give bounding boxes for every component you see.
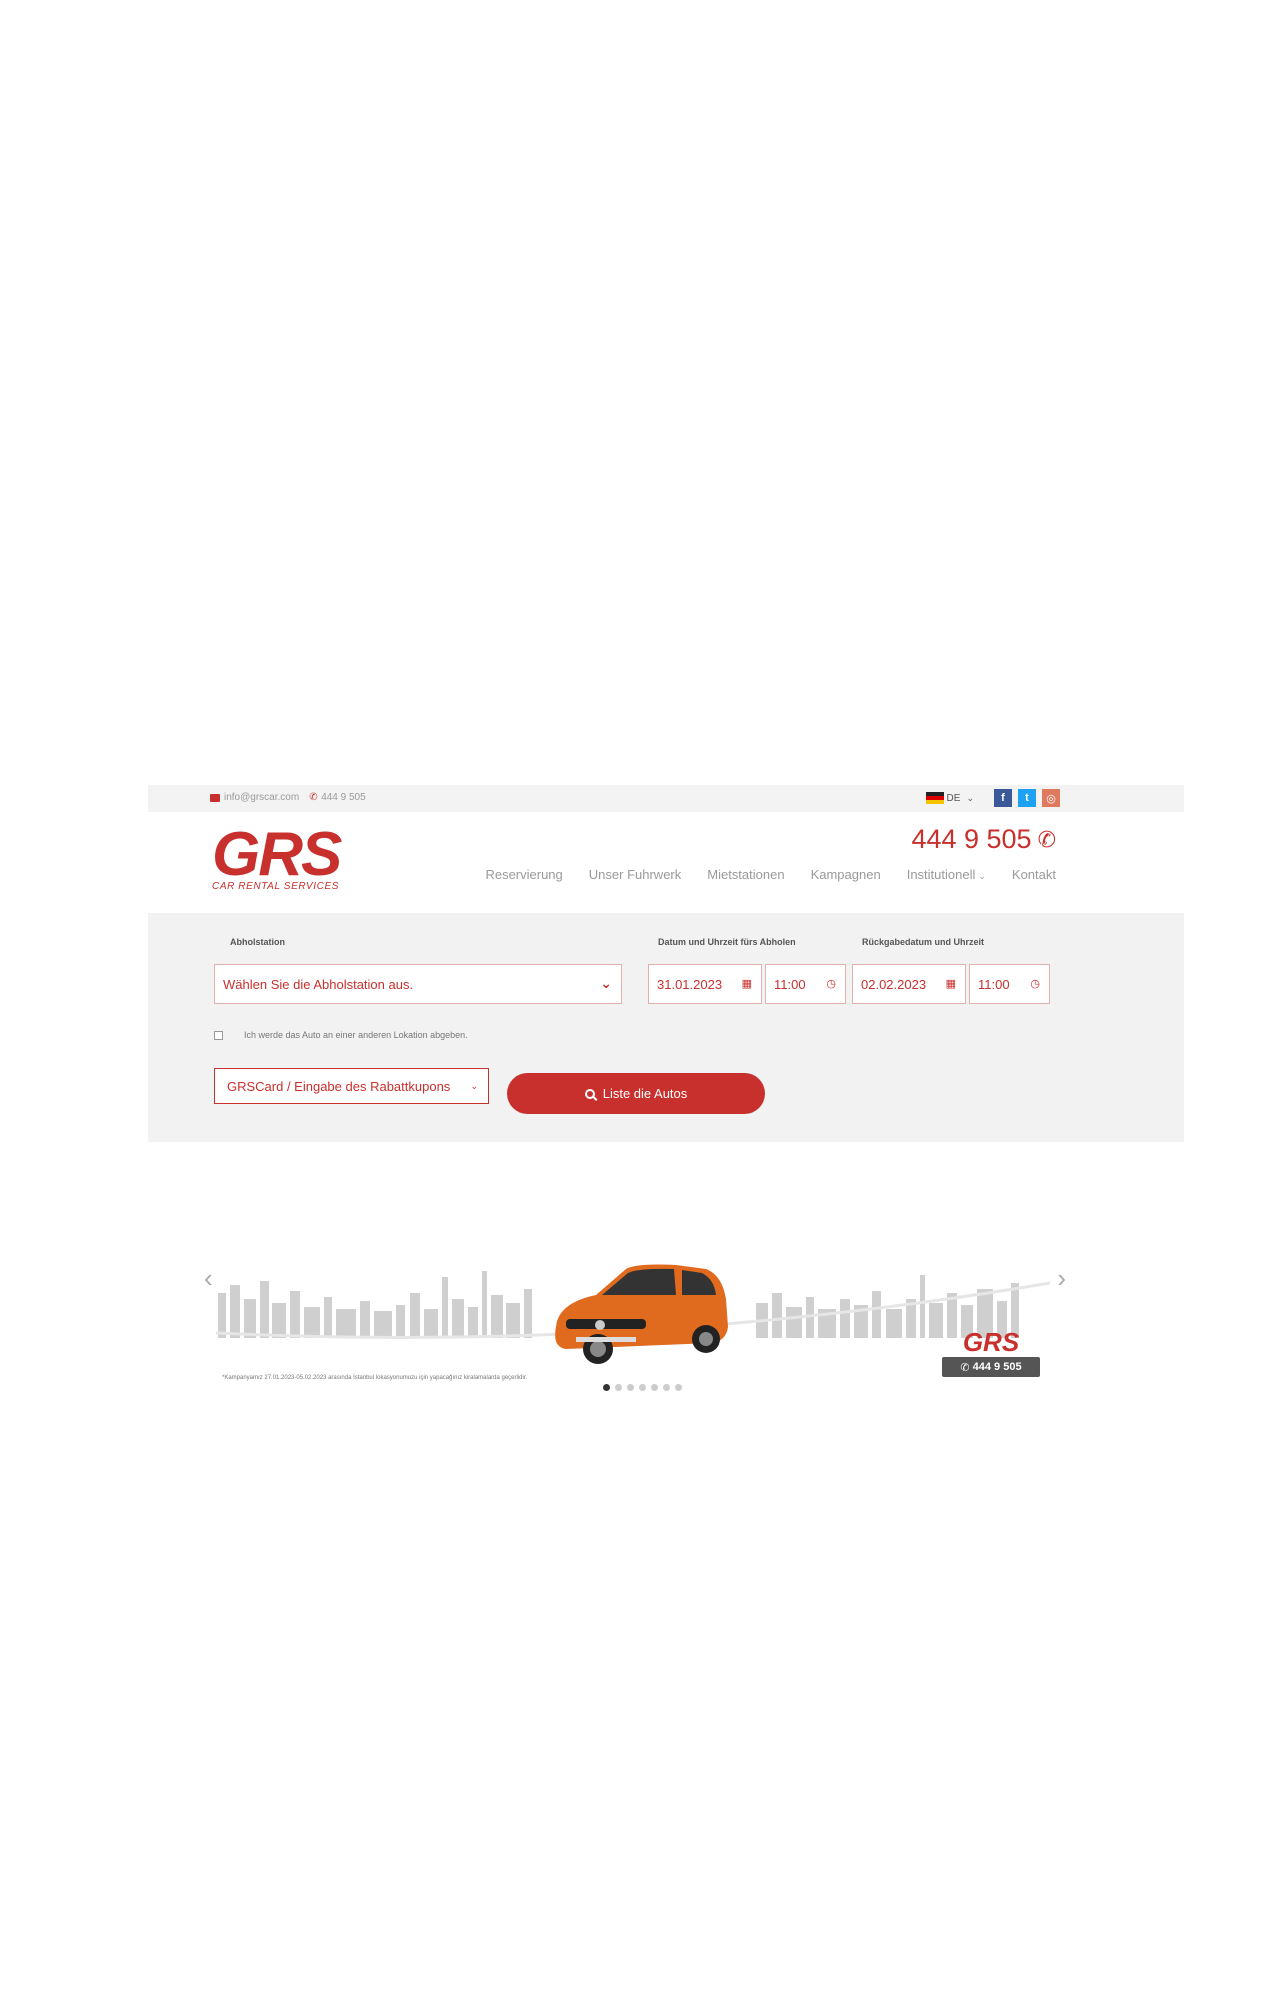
pickup-datetime-label: Datum und Uhrzeit fürs Abholen [658,937,796,947]
return-time-input[interactable]: 11:00 ◷ [969,964,1050,1004]
campaign-banner: ‹ › *Kampanyamız 27.01.2023-05.02.2023 a… [204,1255,1066,1395]
return-time-value: 11:00 [978,976,1010,992]
facebook-icon[interactable]: f [994,789,1012,807]
pickup-station-select[interactable]: Wählen Sie die Abholstation aus. ⌄ [214,964,622,1004]
slider-dot[interactable] [674,1384,682,1391]
next-slide-arrow-icon[interactable]: › [1057,1263,1066,1294]
booking-form: Abholstation Wählen Sie die Abholstation… [148,913,1184,1142]
instagram-icon[interactable]: ◎ [1042,789,1060,807]
banner-grs-logo: GRS ✆ 444 9 505 [942,1327,1040,1377]
list-cars-label: Liste die Autos [602,1086,688,1101]
hotline-number: 444 9 505 [911,824,1032,854]
phone-icon: ✆ [309,792,318,803]
chevron-down-icon: ⌄ [470,1080,478,1091]
twitter-icon[interactable]: t [1018,789,1036,807]
pickup-time-input[interactable]: 11:00 ◷ [765,964,846,1004]
pickup-time-value: 11:00 [774,976,806,992]
calendar-icon: ▦ [741,978,752,990]
phone-icon: ✆ [960,1361,970,1374]
nav-mietstationen[interactable]: Mietstationen [707,867,784,882]
calendar-icon: ▦ [945,978,956,990]
language-label: DE [946,792,961,804]
contact-info: info@grscar.com ✆ 444 9 505 [210,792,366,803]
slider-dot[interactable] [626,1384,634,1391]
pickup-date-value: 31.01.2023 [657,976,723,992]
main-nav: Reservierung Unser Fuhrwerk Mietstatione… [485,867,1056,882]
language-selector[interactable]: DE ⌄ [925,792,974,804]
search-icon [584,1088,595,1099]
slider-dots [0,1384,1284,1391]
chevron-down-icon: ⌄ [600,975,612,991]
grs-logo[interactable]: GRS CAR RENTAL SERVICES [212,820,362,893]
slider-dot[interactable] [602,1384,610,1391]
nav-unser-fuhrwerk[interactable]: Unser Fuhrwerk [589,867,681,882]
campaign-note: *Kampanyamız 27.01.2023-05.02.2023 arası… [222,1375,528,1381]
logo-mark: GRS [212,820,342,889]
phone-text: 444 9 505 [321,792,366,803]
phone-icon: ✆ [1037,826,1056,852]
pickup-station-value: Wählen Sie die Abholstation aus. [223,976,414,992]
clock-icon: ◷ [1030,978,1040,990]
website: info@grscar.com ✆ 444 9 505 DE ⌄ f t ◎ G… [148,785,1184,1381]
nav-kampagnen[interactable]: Kampagnen [811,867,881,882]
list-cars-button[interactable]: Liste die Autos [507,1073,765,1114]
top-bar-right: DE ⌄ f t ◎ [925,789,1060,807]
slider-dot[interactable] [662,1384,670,1391]
nav-reservierung[interactable]: Reservierung [485,867,562,882]
banner-logo-mark: GRS [962,1327,1020,1357]
chevron-down-icon: ⌄ [978,871,986,881]
orange-car-image [555,1264,728,1364]
phone-link[interactable]: ✆ 444 9 505 [309,792,366,803]
mail-icon [210,793,220,802]
nav-institutionell-label: Institutionell [906,867,976,882]
nav-institutionell[interactable]: Institutionell ⌄ [907,867,986,882]
hotline[interactable]: 444 9 505 ✆ [911,824,1056,855]
email-text: info@grscar.com [224,792,300,803]
prev-slide-arrow-icon[interactable]: ‹ [204,1263,213,1294]
header: GRS CAR RENTAL SERVICES 444 9 505 ✆ Rese… [148,812,1184,913]
nav-kontakt[interactable]: Kontakt [1012,867,1056,882]
pickup-date-input[interactable]: 31.01.2023 ▦ [648,964,762,1004]
clock-icon: ◷ [826,978,836,990]
slider-dot[interactable] [614,1384,622,1391]
coupon-dropdown[interactable]: GRSCard / Eingabe des Rabattkupons ⌄ [214,1068,489,1104]
email-link[interactable]: info@grscar.com [210,792,299,803]
slider-dot[interactable] [638,1384,646,1391]
top-bar: info@grscar.com ✆ 444 9 505 DE ⌄ f t ◎ [148,785,1184,812]
other-location-checkbox[interactable] [214,1031,223,1040]
banner-phone-pill: ✆ 444 9 505 [942,1357,1040,1377]
return-datetime-label: Rückgabedatum und Uhrzeit [862,937,985,947]
other-location-label[interactable]: Ich werde das Auto an einer anderen Loka… [244,1030,468,1040]
return-date-value: 02.02.2023 [861,976,927,992]
germany-flag-icon [925,792,944,804]
pickup-station-label: Abholstation [230,937,285,947]
return-date-input[interactable]: 02.02.2023 ▦ [852,964,966,1004]
chevron-down-icon: ⌄ [966,792,974,803]
slider-dot[interactable] [650,1384,658,1391]
coupon-label: GRSCard / Eingabe des Rabattkupons [227,1078,451,1094]
banner-phone-number: 444 9 505 [972,1361,1022,1373]
